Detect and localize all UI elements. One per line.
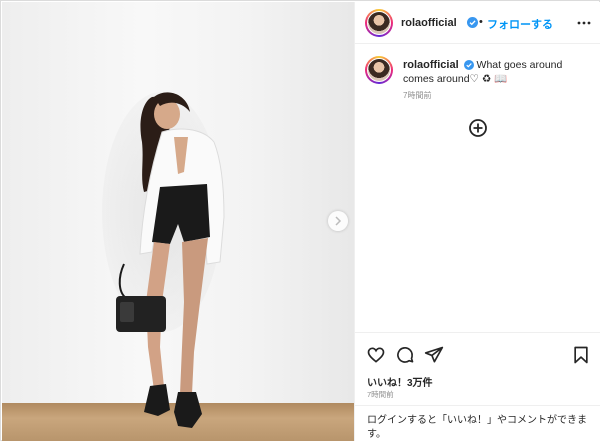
- share-icon[interactable]: [424, 345, 444, 365]
- heart-icon[interactable]: [366, 345, 386, 365]
- instagram-embed: rolaofficial • フォローする rolaofficial What …: [0, 0, 600, 441]
- add-circle-icon[interactable]: [468, 118, 488, 138]
- model-figure: [116, 92, 225, 428]
- username-link[interactable]: rolaofficial: [401, 17, 457, 29]
- login-prompt[interactable]: ログインすると「いいね！」やコメントができます。: [355, 405, 600, 442]
- bookmark-icon[interactable]: [571, 345, 591, 365]
- comment-icon[interactable]: [395, 345, 415, 365]
- separator-dot: •: [479, 16, 483, 28]
- caption-username[interactable]: rolaofficial: [403, 59, 459, 71]
- follow-button[interactable]: フォローする: [487, 16, 553, 32]
- like-count[interactable]: いいね！3万件: [367, 374, 433, 389]
- post-timestamp: 7時間前: [367, 390, 394, 399]
- caption-timestamp: 7時間前: [403, 91, 432, 100]
- verified-badge-icon: [463, 60, 474, 70]
- chevron-right-icon: [335, 216, 342, 226]
- next-photo-button[interactable]: [328, 211, 348, 231]
- caption-text: rolaofficial What goes around comes arou…: [403, 58, 589, 86]
- more-options-icon[interactable]: [577, 16, 591, 30]
- post-actions: いいね！3万件 7時間前 ログインすると「いいね！」やコメントができます。: [355, 332, 600, 443]
- post-side-panel: rolaofficial • フォローする rolaofficial What …: [354, 2, 600, 441]
- verified-badge-icon: [467, 17, 478, 28]
- avatar[interactable]: [365, 9, 393, 37]
- caption-avatar[interactable]: [365, 56, 393, 84]
- post-header: rolaofficial • フォローする: [355, 2, 600, 44]
- post-photo[interactable]: [2, 2, 354, 441]
